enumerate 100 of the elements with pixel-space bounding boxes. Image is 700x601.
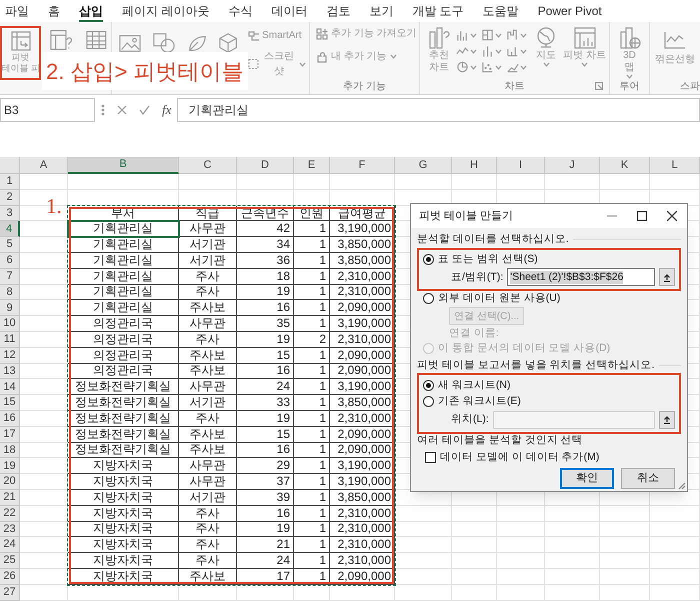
collapse-button[interactable] xyxy=(659,268,675,286)
sheet-cell[interactable] xyxy=(497,174,545,190)
ribbon-tab[interactable]: Power Pivot xyxy=(538,2,602,22)
chart-type-button[interactable] xyxy=(506,28,528,42)
row-header[interactable]: 21 xyxy=(0,490,20,506)
image-icon[interactable] xyxy=(118,32,142,54)
sheet-cell[interactable] xyxy=(294,584,330,601)
column-header[interactable]: A xyxy=(20,157,68,174)
column-header[interactable]: E xyxy=(294,157,330,174)
sheet-cell[interactable] xyxy=(395,174,452,190)
sheet-cell[interactable] xyxy=(650,506,700,522)
radio-label[interactable]: 외부 데이터 원본 사용(U) xyxy=(438,292,560,305)
close-icon[interactable] xyxy=(667,211,677,221)
row-header[interactable]: 4 xyxy=(0,221,20,238)
column-header[interactable]: I xyxy=(497,157,545,174)
formula-field[interactable]: 기획관리실 xyxy=(177,98,700,122)
sheet-cell[interactable] xyxy=(395,537,452,554)
sheet-cell[interactable] xyxy=(600,522,650,538)
sheet-cell[interactable] xyxy=(20,474,68,490)
sheet-cell[interactable] xyxy=(20,252,68,269)
sheet-cell[interactable] xyxy=(395,506,452,522)
fx-button[interactable]: fx xyxy=(162,100,172,120)
sheet-cell[interactable] xyxy=(20,332,68,348)
sheet-cell[interactable] xyxy=(330,174,395,190)
sheet-cell[interactable] xyxy=(452,584,497,601)
sheet-cell[interactable] xyxy=(68,174,179,190)
sheet-cell[interactable] xyxy=(452,522,497,538)
ribbon-tab[interactable]: 페이지 레이아웃 xyxy=(122,2,210,22)
sheet-cell[interactable] xyxy=(20,237,68,253)
table-icon[interactable] xyxy=(85,29,108,51)
sheet-cell[interactable] xyxy=(497,537,545,554)
sheet-cell[interactable] xyxy=(650,537,700,554)
sheet-cell[interactable] xyxy=(497,506,545,522)
checkbox-label[interactable]: 데이터 모델에 이 데이터 추가(M) xyxy=(440,450,600,464)
sheet-cell[interactable] xyxy=(545,568,600,585)
row-header[interactable]: 14 xyxy=(0,379,20,396)
row-header[interactable]: 15 xyxy=(0,395,20,411)
row-header[interactable]: 19 xyxy=(0,458,20,474)
row-header[interactable]: 5 xyxy=(0,237,20,253)
sheet-cell[interactable] xyxy=(650,174,700,190)
sheet-cell[interactable] xyxy=(20,316,68,332)
row-header[interactable]: 20 xyxy=(0,474,20,490)
sheet-cell[interactable] xyxy=(395,522,452,538)
radio-button[interactable] xyxy=(423,396,434,406)
sheet-cell[interactable] xyxy=(545,506,600,522)
column-header[interactable]: L xyxy=(650,157,700,174)
column-header[interactable]: G xyxy=(395,157,452,174)
ribbon-tab[interactable]: 홈 xyxy=(48,2,60,22)
row-header[interactable]: 2 xyxy=(0,190,20,206)
sheet-cell[interactable] xyxy=(294,174,330,190)
sheet-cell[interactable] xyxy=(497,584,545,601)
sheet-cell[interactable] xyxy=(395,553,452,569)
table-question-icon[interactable] xyxy=(49,28,74,52)
sheet-cell[interactable] xyxy=(497,568,545,585)
collapse-button[interactable] xyxy=(659,410,675,428)
name-box[interactable]: B3 xyxy=(0,98,95,122)
row-header[interactable]: 16 xyxy=(0,410,20,427)
column-header[interactable]: D xyxy=(237,157,294,174)
sheet-cell[interactable] xyxy=(600,584,650,601)
row-header[interactable]: 23 xyxy=(0,522,20,538)
column-header[interactable]: B xyxy=(68,157,179,174)
column-header[interactable]: F xyxy=(330,157,395,174)
column-header[interactable]: J xyxy=(545,157,600,174)
sheet-cell[interactable] xyxy=(20,584,68,601)
sheet-cell[interactable] xyxy=(20,568,68,585)
sheet-cell[interactable] xyxy=(179,174,237,190)
column-header[interactable]: K xyxy=(600,157,650,174)
sheet-cell[interactable] xyxy=(600,553,650,569)
range-field[interactable]: 'Sheet1 (2)'!$B$3:$F$26 xyxy=(507,268,655,286)
row-header[interactable]: 11 xyxy=(0,332,20,348)
sheet-cell[interactable] xyxy=(330,190,395,206)
dialog-button[interactable]: 취소 xyxy=(621,468,675,489)
sheet-cell[interactable] xyxy=(497,522,545,538)
row-header[interactable]: 12 xyxy=(0,348,20,364)
sheet-cell[interactable] xyxy=(497,553,545,569)
sheet-cell[interactable] xyxy=(600,537,650,554)
sheet-cell[interactable] xyxy=(237,584,294,601)
sheet-cell[interactable] xyxy=(452,174,497,190)
sheet-cell[interactable] xyxy=(20,410,68,427)
sheet-cell[interactable] xyxy=(650,553,700,569)
chart-type-button[interactable] xyxy=(481,60,502,74)
check-icon[interactable] xyxy=(139,105,150,115)
sheet-cell[interactable] xyxy=(20,522,68,538)
row-header[interactable]: 25 xyxy=(0,553,20,569)
sheet-cell[interactable] xyxy=(20,458,68,474)
sheet-cell[interactable] xyxy=(20,537,68,554)
sheet-cell[interactable] xyxy=(452,553,497,569)
radio-button[interactable] xyxy=(423,254,434,265)
sheet-cell[interactable] xyxy=(600,174,650,190)
sheet-cell[interactable] xyxy=(545,553,600,569)
shapes-icon[interactable] xyxy=(152,31,176,55)
ribbon-tab[interactable]: 보기 xyxy=(369,2,394,22)
ribbon-tab[interactable]: 도움말 xyxy=(482,2,519,22)
sheet-cell[interactable] xyxy=(179,190,237,206)
sheet-cell[interactable] xyxy=(237,190,294,206)
row-header[interactable]: 24 xyxy=(0,537,20,554)
ribbon-tab[interactable]: 데이터 xyxy=(271,2,308,22)
row-header[interactable]: 1 xyxy=(0,174,20,190)
sheet-cell[interactable] xyxy=(395,568,452,585)
sheet-cell[interactable] xyxy=(545,537,600,554)
